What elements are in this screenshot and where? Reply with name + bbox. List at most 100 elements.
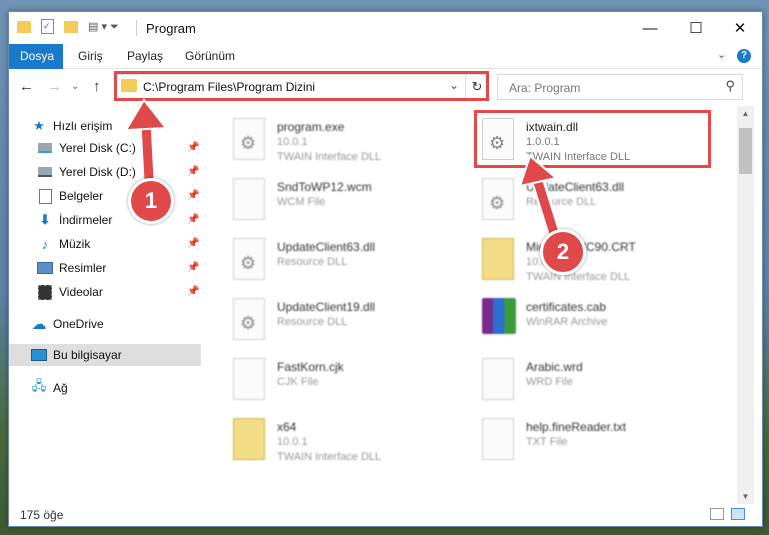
computer-icon [31,347,47,363]
pin-icon[interactable]: 📌 [187,190,199,201]
sidebar-item-label: Resimler [59,261,107,275]
file-type: WRD File [526,376,574,388]
scroll-thumb[interactable] [739,128,752,174]
file-item[interactable]: UpdateClient63.dll Resource DLL [482,178,722,234]
search-input[interactable]: Ara: Program ⚲ [497,74,743,100]
file-item[interactable]: SndToWP12.wcm WCM File [233,178,473,234]
forward-button[interactable]: → [47,78,62,95]
sidebar-item-music[interactable]: ♪ Müzik [37,233,91,255]
file-name: UpdateClient63.dll [526,180,625,194]
dll-icon [233,298,271,344]
sidebar-item-label: Yerel Disk (C:) [59,141,136,155]
sidebar-item-label: İndirmeler [59,213,113,227]
address-highlight-box [114,71,489,101]
file-item[interactable]: x64 10.0.1 TWAIN Interface DLL [233,418,473,474]
folder-icon[interactable] [17,20,31,33]
file-version: 10.0.1 [277,436,308,448]
exe-icon [233,118,271,164]
file-item[interactable]: Microsoft.VC90.CRT 10.0.1 TWAIN Interfac… [482,238,722,294]
help-icon[interactable]: ? [737,49,751,63]
file-item[interactable]: program.exe 10.0.1 TWAIN Interface DLL [233,118,473,174]
sidebar-item-label: Ağ [53,381,68,395]
sidebar-item-label: Videolar [59,285,103,299]
sidebar-item-network[interactable]: 🖧 Ağ [31,377,68,399]
sidebar-item-this-pc[interactable]: Bu bilgisayar [9,344,201,366]
recent-locations-button[interactable]: ⌄ [71,81,79,92]
tab-view[interactable]: Görünüm [174,44,246,68]
file-item[interactable]: FastKorn.cjk CJK File [233,358,473,414]
minimize-button[interactable]: — [627,12,673,44]
close-button[interactable]: ✕ [717,12,762,44]
pin-icon[interactable]: 📌 [187,166,199,177]
sidebar-item-pictures[interactable]: Resimler [37,257,106,279]
properties-icon[interactable]: ✓ [41,19,54,34]
scroll-down-icon[interactable]: ▼ [737,492,754,501]
sidebar-item-label: Yerel Disk (D:) [59,165,136,179]
pin-icon[interactable]: 📌 [187,286,199,297]
sidebar-item-onedrive[interactable]: ☁ OneDrive [31,313,104,335]
vertical-scrollbar[interactable]: ▲ ▼ [737,106,754,504]
tab-home[interactable]: Giriş [67,44,114,68]
file-item[interactable]: UpdateClient63.dll Resource DLL [233,238,473,294]
file-version: 10.0.1 [277,136,308,148]
pin-icon[interactable]: 📌 [187,142,199,153]
file-type: Resource DLL [277,316,348,328]
drive-icon [37,164,53,180]
sidebar-item-label: Belgeler [59,189,104,203]
file-description: TWAIN Interface DLL [277,451,382,463]
large-icons-view-icon[interactable] [731,508,745,520]
file-name: SndToWP12.wcm [277,180,372,194]
file-name: UpdateClient63.dll [277,240,376,254]
file-description: TWAIN Interface DLL [526,271,631,283]
file-item[interactable]: Arabic.wrd WRD File [482,358,722,414]
file-name: certificates.cab [526,300,607,314]
sidebar-item-local-disk-d[interactable]: Yerel Disk (D:) [37,161,136,183]
up-button[interactable]: ↑ [93,78,101,95]
file-name: FastKorn.cjk [277,360,344,374]
pin-icon[interactable]: 📌 [187,238,199,249]
download-icon: ⬇ [39,212,51,227]
navigation-pane: ★ Hızlı erişim Yerel Disk (C:) 📌 Yerel D… [9,106,201,504]
window-title: Program [146,21,196,36]
file-icon [233,178,271,224]
tab-share[interactable]: Paylaş [116,44,174,68]
file-name: program.exe [277,120,345,134]
file-item[interactable]: UpdateClient19.dll Resource DLL [233,298,473,354]
scroll-up-icon[interactable]: ▲ [737,109,754,118]
customize-toolbar-icon[interactable]: ▤ ▾ ⏷ [88,20,119,34]
video-icon [37,284,53,300]
sidebar-item-downloads[interactable]: ⬇ İndirmeler [37,209,113,231]
cloud-icon: ☁ [31,316,47,333]
new-folder-icon[interactable] [64,20,78,33]
folder-zip-icon [233,418,271,464]
sidebar-item-label: Bu bilgisayar [53,348,122,362]
file-name: UpdateClient19.dll [277,300,376,314]
pin-icon[interactable]: 📌 [187,214,199,225]
details-view-icon[interactable] [710,508,724,520]
documents-icon [37,188,53,204]
pictures-icon [37,260,53,276]
file-icon [233,358,271,404]
file-item[interactable]: certificates.cab WinRAR Archive [482,298,722,354]
expand-ribbon-icon[interactable]: ⌄ [717,48,726,61]
sidebar-item-label: Müzik [59,237,91,251]
winrar-icon [482,298,520,344]
pin-icon[interactable]: 📌 [187,262,199,273]
file-type: WinRAR Archive [526,316,608,328]
file-type: Resource DLL [277,256,348,268]
sidebar-item-local-disk-c[interactable]: Yerel Disk (C:) [37,137,136,159]
file-type: Resource DLL [526,196,597,208]
sidebar-item-videos[interactable]: Videolar [37,281,103,303]
file-icon [482,418,520,464]
sidebar-item-documents[interactable]: Belgeler [37,185,103,207]
navigation-bar: ← → ⌄ ↑ C:\Program Files\Program Dizini … [9,69,762,105]
file-type: WCM File [277,196,326,208]
maximize-button[interactable]: ☐ [673,12,719,44]
sidebar-item-quick-access[interactable]: ★ Hızlı erişim [31,115,112,137]
callout-badge-1: 1 [128,178,174,224]
star-icon: ★ [33,118,45,133]
back-button[interactable]: ← [19,78,34,95]
file-item[interactable]: help.fineReader.txt TXT File [482,418,722,474]
music-icon: ♪ [41,236,49,252]
network-icon: 🖧 [31,378,47,393]
